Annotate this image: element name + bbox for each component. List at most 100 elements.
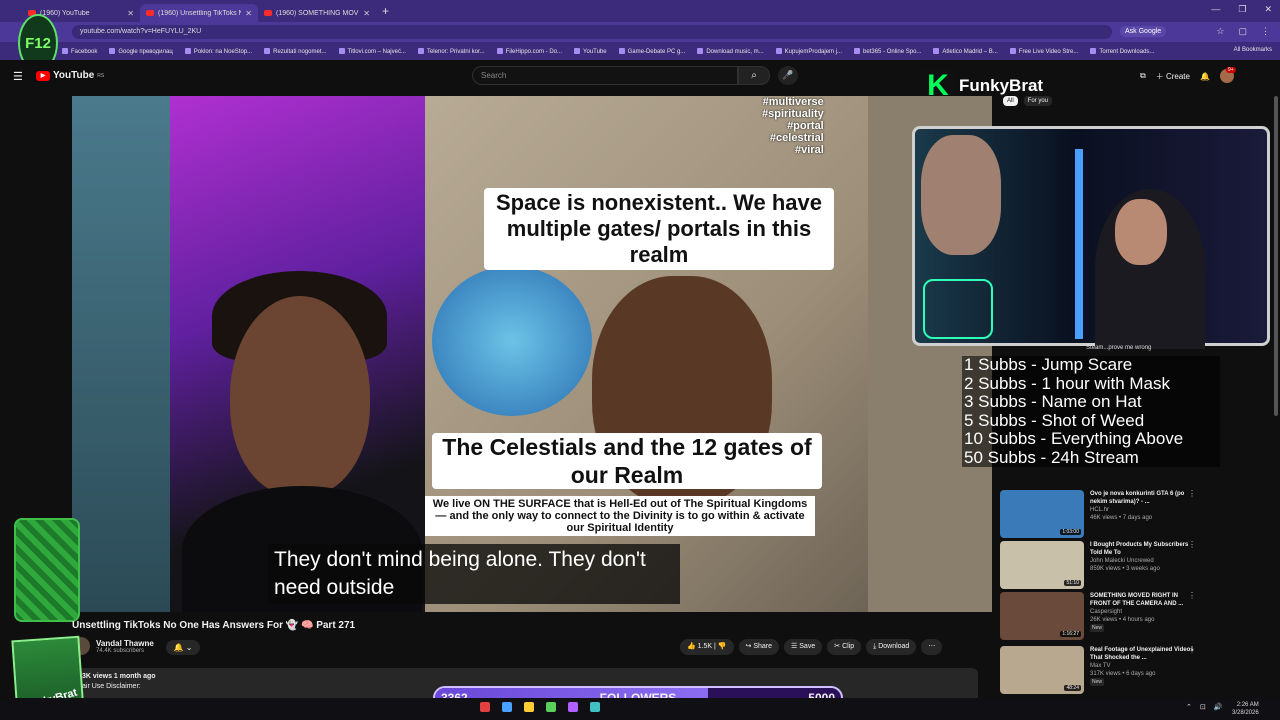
ask-google-button[interactable]: Ask Google: [1120, 26, 1167, 37]
hamburger-menu-icon[interactable]: ☰: [13, 70, 23, 83]
chevron-up-icon[interactable]: ⌃: [1186, 703, 1192, 711]
more-options-icon[interactable]: ⋮: [1188, 646, 1196, 654]
browser-tab-active[interactable]: (1960) Unsettling TikToks N ✕: [140, 4, 258, 22]
bookmark-item[interactable]: Telenor: Privatni kor...: [418, 48, 485, 55]
region-code: RS: [97, 72, 105, 79]
bookmark-star-icon[interactable]: ☆: [1216, 26, 1224, 37]
more-actions-button[interactable]: ⋯: [921, 639, 943, 655]
menu-icon[interactable]: ⋮: [1261, 26, 1270, 37]
recommendation-title[interactable]: SOMETHING MOVED RIGHT IN FRONT OF THE CA…: [1090, 592, 1196, 608]
video-thumbnail[interactable]: 51:10: [1000, 541, 1084, 589]
close-tab-icon[interactable]: ✕: [363, 9, 370, 18]
channel-info: Vandal Thawne 74.4K subscribers: [72, 637, 154, 655]
taskbar-clock[interactable]: 2:26 AM 3/28/2026: [1232, 701, 1259, 717]
bookmark-item[interactable]: YouTube: [574, 48, 607, 55]
video-thumbnail[interactable]: 1:16:27: [1000, 592, 1084, 640]
save-label: Save: [799, 643, 816, 650]
recommendation-title[interactable]: I Bought Products My Subscribers Told Me…: [1090, 541, 1196, 557]
bell-icon: 🔔: [173, 643, 184, 652]
video-thumbnail[interactable]: 1:03:00: [1000, 490, 1084, 538]
taskbar-app-icon[interactable]: [568, 702, 578, 712]
like-button[interactable]: 👍 1.5K | 👎: [680, 639, 734, 655]
recommendation-channel[interactable]: Max TV: [1090, 662, 1196, 670]
play-logo-icon: ▶: [36, 70, 50, 81]
hashtags: #multiverse #spirituality #portal #celestri…: [762, 96, 824, 156]
bookmark-item[interactable]: Torrent Downloads...: [1090, 48, 1154, 55]
scrollbar[interactable]: [1274, 96, 1278, 416]
download-icon: ⤓: [873, 643, 877, 650]
recommendation-title[interactable]: Real Footage of Unexplained Videos That …: [1090, 646, 1196, 662]
more-options-icon[interactable]: ⋮: [1188, 490, 1196, 498]
led-light: [1075, 149, 1083, 339]
download-button[interactable]: ⤓ Download: [866, 639, 917, 655]
bookmark-item[interactable]: Poklon: na NoeStop...: [185, 48, 252, 55]
bookmark-item[interactable]: Google преводилац: [109, 48, 172, 55]
bookmark-item[interactable]: Titlovi.com – Najveć...: [339, 48, 406, 55]
bookmark-item[interactable]: bet365 - Online Spo...: [854, 48, 921, 55]
clip-label: Clip: [842, 643, 855, 650]
taskbar-app-icon[interactable]: [524, 702, 534, 712]
hashtag: #viral: [795, 144, 824, 156]
share-icon: ↪: [745, 643, 752, 650]
volume-icon[interactable]: 🔊: [1214, 703, 1223, 711]
youtube-logo[interactable]: ▶ YouTube RS: [36, 70, 104, 81]
recommendation-channel[interactable]: John Malecki Uncrewed: [1090, 557, 1196, 565]
browser-tab[interactable]: (1960) SOMETHING MOVED RI ✕: [258, 4, 376, 22]
bookmark-item[interactable]: Game-Debate PC g...: [619, 48, 686, 55]
minimize-icon[interactable]: —: [1211, 4, 1220, 15]
bookmark-item[interactable]: Facebook: [62, 48, 97, 55]
hashtag: #portal: [787, 120, 824, 132]
share-button[interactable]: ↪ Share: [738, 639, 780, 655]
video-player[interactable]: #multiverse #spirituality #portal #celestri…: [72, 96, 992, 612]
cast-icon[interactable]: ⧉: [1140, 71, 1146, 81]
recommendation-channel[interactable]: Caspersight: [1090, 608, 1196, 616]
chip-all[interactable]: All: [1003, 96, 1018, 106]
recommendation-item[interactable]: 1:03:00 Ovo je nova konkurinti GTA 6 (po …: [1000, 490, 1210, 538]
bookmark-item[interactable]: Rezultati nogomet...: [264, 48, 326, 55]
extensions-icon[interactable]: ▢: [1238, 26, 1247, 37]
voice-search-icon[interactable]: 🎤: [778, 66, 798, 85]
sub-goal-line: 10 Subbs - Everything Above: [964, 429, 1184, 448]
new-badge: New: [1090, 624, 1105, 632]
more-options-icon[interactable]: ⋮: [1188, 541, 1196, 549]
browser-tab-bar: (1960) YouTube ✕ (1960) Unsettling TikTok…: [0, 0, 1280, 22]
taskbar-app-icon[interactable]: [502, 702, 512, 712]
recommendation-channel[interactable]: HCL.hr: [1090, 506, 1196, 514]
chip-for-you[interactable]: For you: [1023, 96, 1053, 106]
url-field[interactable]: youtube.com/watch?v=HeFUYLU_2KU: [72, 25, 1112, 39]
bookmark-item[interactable]: Download music, m...: [697, 48, 763, 55]
bookmark-item[interactable]: Free Live Video Stre...: [1010, 48, 1079, 55]
close-tab-icon[interactable]: ✕: [245, 9, 252, 18]
search-button[interactable]: ⌕: [738, 66, 770, 85]
recommendation-title[interactable]: Ovo je nova konkurinti GTA 6 (po nekim s…: [1090, 490, 1196, 506]
tab-label: (1960) SOMETHING MOVED RI: [276, 9, 359, 17]
recommendation-item[interactable]: 48:24 Real Footage of Unexplained Videos …: [1000, 646, 1210, 694]
maximize-icon[interactable]: ❐: [1238, 4, 1246, 15]
recommendation-item[interactable]: 1:16:27 SOMETHING MOVED RIGHT IN FRONT OF…: [1000, 592, 1210, 640]
all-bookmarks[interactable]: All Bookmarks: [1234, 47, 1272, 53]
bookmark-item[interactable]: KupujemProdajem j...: [776, 48, 842, 55]
view-count: 3K views 1 month ago: [82, 673, 156, 680]
new-tab-button[interactable]: +: [382, 4, 389, 18]
channel-name[interactable]: Vandal Thawne: [96, 639, 154, 648]
notifications-icon[interactable]: 🔔: [1200, 72, 1210, 81]
thumbs-down-icon[interactable]: 👎: [718, 643, 727, 650]
clip-button[interactable]: ✂ Clip: [827, 639, 862, 655]
more-options-icon[interactable]: ⋮: [1188, 592, 1196, 600]
save-button[interactable]: ☰ Save: [784, 639, 823, 655]
bookmark-item[interactable]: FileHippo.com - Do...: [497, 48, 562, 55]
taskbar-app-icon[interactable]: [546, 702, 556, 712]
network-icon[interactable]: ⊡: [1200, 703, 1206, 711]
close-tab-icon[interactable]: ✕: [127, 9, 134, 18]
create-label: Create: [1165, 71, 1190, 81]
create-button[interactable]: ＋ Create: [1156, 71, 1190, 82]
bookmark-item[interactable]: Atletico Madrid – B...: [933, 48, 997, 55]
notification-bell-button[interactable]: 🔔 ⌄: [166, 640, 200, 655]
video-thumbnail[interactable]: 48:24: [1000, 646, 1084, 694]
search-input[interactable]: Search: [472, 66, 738, 85]
recommendation-item[interactable]: 51:10 I Bought Products My Subscribers To…: [1000, 541, 1210, 589]
taskbar-app-icon[interactable]: [590, 702, 600, 712]
close-window-icon[interactable]: ✕: [1264, 4, 1272, 15]
taskbar-app-icon[interactable]: [480, 702, 490, 712]
sub-goal-line: 2 Subbs - 1 hour with Mask: [964, 373, 1170, 393]
